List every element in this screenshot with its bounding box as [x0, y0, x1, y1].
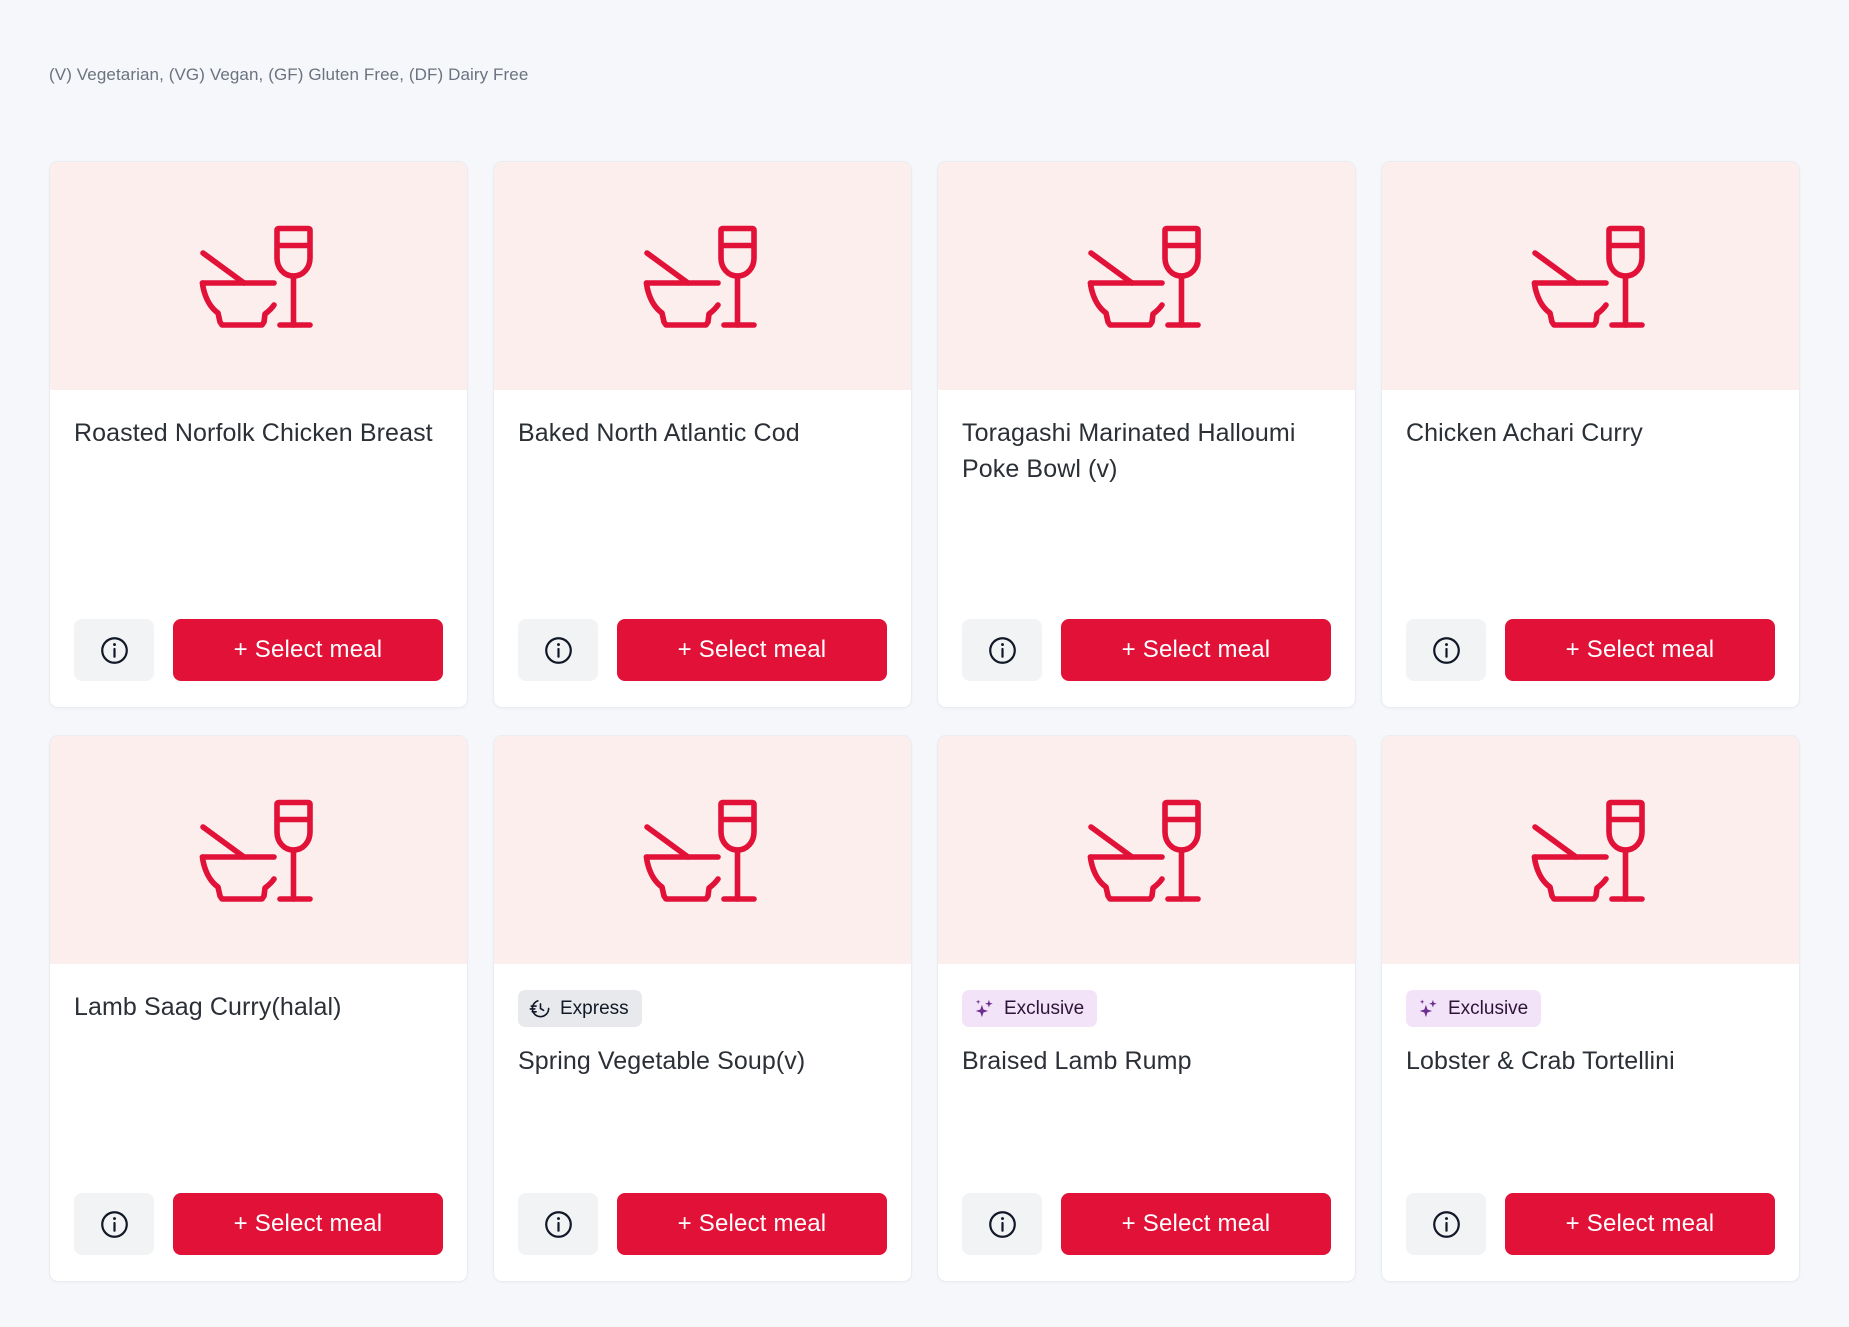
bowl-chopsticks-wine-glass-icon: [199, 799, 313, 902]
bowl-chopsticks-wine-glass-icon: [1087, 799, 1201, 902]
info-icon: [544, 636, 572, 664]
select-meal-button[interactable]: + Select meal: [1061, 619, 1331, 681]
meal-card-body: Express Spring Vegetable Soup(v): [494, 964, 911, 1193]
meal-image: [50, 736, 467, 964]
select-meal-button[interactable]: + Select meal: [1061, 1193, 1331, 1255]
badge-express-label: Express: [560, 997, 629, 1019]
sparkles-icon: [1419, 999, 1437, 1018]
meal-title: Chicken Achari Curry: [1406, 419, 1643, 447]
meal-card: Chicken Achari Curry + Select meal: [1381, 161, 1800, 708]
meal-info-button[interactable]: [518, 619, 598, 681]
bowl-chopsticks-wine-glass-icon: [1531, 225, 1645, 328]
meal-title: Lobster & Crab Tortellini: [1406, 1047, 1675, 1075]
meal-info-button[interactable]: [74, 619, 154, 681]
meal-card-body: Toragashi Marinated Halloumi Poke Bowl (…: [938, 390, 1355, 619]
info-icon: [1432, 1210, 1460, 1238]
badge-exclusive: Exclusive: [1406, 990, 1542, 1027]
meal-card: Express Spring Vegetable Soup(v) + Selec…: [493, 735, 912, 1282]
select-meal-button[interactable]: + Select meal: [1505, 1193, 1775, 1255]
meal-card-body: Lamb Saag Curry(halal): [50, 964, 467, 1193]
select-meal-button[interactable]: + Select meal: [617, 1193, 887, 1255]
meal-title: Lamb Saag Curry(halal): [74, 993, 342, 1021]
info-icon: [100, 636, 128, 664]
meal-image: [494, 162, 911, 390]
badge-exclusive-label: Exclusive: [1004, 997, 1085, 1019]
bowl-chopsticks-wine-glass-icon: [1531, 799, 1645, 902]
meal-image: [1382, 162, 1799, 390]
meal-card: Exclusive Braised Lamb Rump + Select mea…: [937, 735, 1356, 1282]
info-icon: [100, 1210, 128, 1238]
meal-card-body: Roasted Norfolk Chicken Breast: [50, 390, 467, 619]
meal-card-actions: + Select meal: [494, 619, 911, 707]
meal-card-grid: Roasted Norfolk Chicken Breast + Select …: [49, 161, 1800, 1282]
meal-card-actions: + Select meal: [938, 619, 1355, 707]
select-meal-button[interactable]: + Select meal: [1505, 619, 1775, 681]
select-meal-button[interactable]: + Select meal: [173, 1193, 443, 1255]
meal-info-button[interactable]: [1406, 1193, 1486, 1255]
meal-image: [50, 162, 467, 390]
meal-image: [494, 736, 911, 964]
meal-card-actions: + Select meal: [50, 1193, 467, 1281]
select-meal-button[interactable]: + Select meal: [617, 619, 887, 681]
dietary-legend: (V) Vegetarian, (VG) Vegan, (GF) Gluten …: [49, 65, 529, 84]
meal-info-button[interactable]: [962, 1193, 1042, 1255]
badge-express: Express: [518, 990, 642, 1027]
info-icon: [544, 1210, 572, 1238]
sparkles-icon: [975, 999, 993, 1018]
meal-card-body: Baked North Atlantic Cod: [494, 390, 911, 619]
meal-info-button[interactable]: [518, 1193, 598, 1255]
meal-card-actions: + Select meal: [938, 1193, 1355, 1281]
badge-exclusive-label: Exclusive: [1448, 997, 1529, 1019]
meal-title: Roasted Norfolk Chicken Breast: [74, 419, 433, 447]
meal-info-button[interactable]: [74, 1193, 154, 1255]
meal-card-actions: + Select meal: [494, 1193, 911, 1281]
meal-card: Roasted Norfolk Chicken Breast + Select …: [49, 161, 468, 708]
info-icon: [988, 1210, 1016, 1238]
meal-card: Lamb Saag Curry(halal) + Select meal: [49, 735, 468, 1282]
meal-card: Toragashi Marinated Halloumi Poke Bowl (…: [937, 161, 1356, 708]
meal-title: Toragashi Marinated Halloumi Poke Bowl (…: [962, 419, 1296, 483]
meal-title: Baked North Atlantic Cod: [518, 419, 800, 447]
meal-card-body: Chicken Achari Curry: [1382, 390, 1799, 619]
meal-image: [1382, 736, 1799, 964]
speed-clock-icon: [529, 1000, 550, 1018]
meal-title: Spring Vegetable Soup(v): [518, 1047, 806, 1075]
select-meal-button[interactable]: + Select meal: [173, 619, 443, 681]
meal-card-actions: + Select meal: [1382, 1193, 1799, 1281]
meal-card-actions: + Select meal: [1382, 619, 1799, 707]
info-icon: [1432, 636, 1460, 664]
bowl-chopsticks-wine-glass-icon: [199, 225, 313, 328]
bowl-chopsticks-wine-glass-icon: [643, 799, 757, 902]
bowl-chopsticks-wine-glass-icon: [1087, 225, 1201, 328]
meal-selection-page: (V) Vegetarian, (VG) Vegan, (GF) Gluten …: [0, 0, 1849, 1327]
meal-card-body: Exclusive Lobster & Crab Tortellini: [1382, 964, 1799, 1193]
meal-card-actions: + Select meal: [50, 619, 467, 707]
meal-card: Exclusive Lobster & Crab Tortellini + Se…: [1381, 735, 1800, 1282]
badge-exclusive: Exclusive: [962, 990, 1098, 1027]
meal-image: [938, 736, 1355, 964]
meal-title: Braised Lamb Rump: [962, 1047, 1192, 1075]
bowl-chopsticks-wine-glass-icon: [643, 225, 757, 328]
meal-card: Baked North Atlantic Cod + Select meal: [493, 161, 912, 708]
info-icon: [988, 636, 1016, 664]
meal-card-body: Exclusive Braised Lamb Rump: [938, 964, 1355, 1193]
meal-image: [938, 162, 1355, 390]
meal-info-button[interactable]: [1406, 619, 1486, 681]
meal-info-button[interactable]: [962, 619, 1042, 681]
